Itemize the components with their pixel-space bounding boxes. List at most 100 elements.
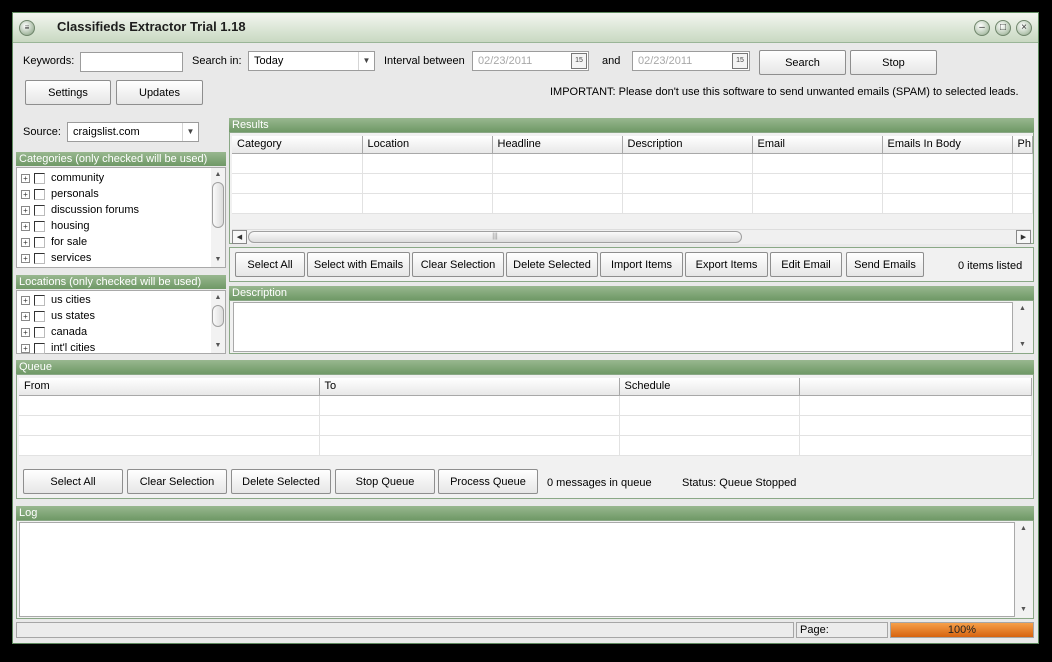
description-text[interactable] xyxy=(233,302,1013,352)
import-items-button[interactable]: Import Items xyxy=(600,252,683,277)
category-item[interactable]: + services xyxy=(21,250,91,266)
delete-selected-button[interactable]: Delete Selected xyxy=(506,252,598,277)
send-emails-button[interactable]: Send Emails xyxy=(846,252,924,277)
queue-delete-selected-button[interactable]: Delete Selected xyxy=(231,469,331,494)
category-item[interactable]: + housing xyxy=(21,218,90,234)
category-item[interactable]: + community xyxy=(21,170,104,186)
scroll-up-icon[interactable]: ▲ xyxy=(1016,522,1031,536)
scroll-up-icon[interactable]: ▲ xyxy=(1015,302,1030,316)
log-text[interactable] xyxy=(19,522,1015,617)
search-button[interactable]: Search xyxy=(759,50,846,75)
results-hscrollbar[interactable]: ◀ ||| ▶ xyxy=(232,229,1031,244)
column-header-location[interactable]: Location xyxy=(362,136,493,154)
column-header-category[interactable]: Category xyxy=(232,136,363,154)
category-item[interactable]: + personals xyxy=(21,186,99,202)
process-queue-button[interactable]: Process Queue xyxy=(438,469,538,494)
search-in-select[interactable]: Today ▼ xyxy=(248,51,375,71)
expand-icon[interactable]: + xyxy=(21,221,30,231)
column-header-to[interactable]: To xyxy=(319,378,620,396)
column-header-emails-in-body[interactable]: Emails In Body xyxy=(882,136,1013,154)
table-row[interactable] xyxy=(232,173,1033,194)
scroll-right-icon[interactable]: ▶ xyxy=(1016,230,1031,244)
column-header-schedule[interactable]: Schedule xyxy=(619,378,800,396)
expand-icon[interactable]: + xyxy=(21,205,30,215)
select-with-emails-button[interactable]: Select with Emails xyxy=(307,252,410,277)
edit-email-button[interactable]: Edit Email xyxy=(770,252,842,277)
source-select[interactable]: craigslist.com ▼ xyxy=(67,122,199,142)
location-checkbox[interactable] xyxy=(34,342,45,354)
category-checkbox[interactable] xyxy=(34,188,45,200)
scroll-thumb[interactable]: ||| xyxy=(248,231,742,243)
results-table[interactable]: Category Location Headline Description E… xyxy=(232,136,1033,214)
scroll-down-icon[interactable]: ▼ xyxy=(1015,338,1030,352)
close-icon[interactable]: × xyxy=(1016,20,1032,36)
category-checkbox[interactable] xyxy=(34,172,45,184)
table-row[interactable] xyxy=(232,193,1033,214)
scroll-down-icon[interactable]: ▼ xyxy=(1016,603,1031,617)
scroll-thumb[interactable] xyxy=(212,182,224,228)
app-menu-icon[interactable]: ≡ xyxy=(19,20,35,36)
expand-icon[interactable]: + xyxy=(21,189,30,199)
location-item[interactable]: + int'l cities xyxy=(21,340,95,356)
calendar-icon[interactable]: 15 xyxy=(571,53,587,69)
column-header-headline[interactable]: Headline xyxy=(492,136,623,154)
scroll-down-icon[interactable]: ▼ xyxy=(211,253,225,267)
expand-icon[interactable]: + xyxy=(21,311,30,321)
locations-scrollbar[interactable]: ▲ ▼ xyxy=(211,291,225,353)
description-scrollbar[interactable]: ▲ ▼ xyxy=(1015,302,1030,352)
settings-button[interactable]: Settings xyxy=(25,80,111,105)
expand-icon[interactable]: + xyxy=(21,237,30,247)
date-from-field[interactable]: 02/23/2011 15 xyxy=(472,51,589,71)
chevron-down-icon[interactable]: ▼ xyxy=(358,52,374,70)
table-row[interactable] xyxy=(19,395,1032,416)
location-item[interactable]: + us cities xyxy=(21,292,91,308)
log-scrollbar[interactable]: ▲ ▼ xyxy=(1016,522,1031,617)
title-bar[interactable]: ≡ Classifieds Extractor Trial 1.18 – □ × xyxy=(13,13,1038,43)
scroll-up-icon[interactable]: ▲ xyxy=(211,168,225,182)
updates-button[interactable]: Updates xyxy=(116,80,203,105)
category-item[interactable]: + discussion forums xyxy=(21,202,139,218)
expand-icon[interactable]: + xyxy=(21,173,30,183)
queue-table[interactable]: From To Schedule xyxy=(19,378,1032,456)
queue-clear-selection-button[interactable]: Clear Selection xyxy=(127,469,227,494)
column-header-email[interactable]: Email xyxy=(752,136,883,154)
calendar-icon[interactable]: 15 xyxy=(732,53,748,69)
minimize-icon[interactable]: – xyxy=(974,20,990,36)
expand-icon[interactable]: + xyxy=(21,253,30,263)
column-header-phone[interactable]: Ph xyxy=(1012,136,1033,154)
column-header-from[interactable]: From xyxy=(19,378,320,396)
category-checkbox[interactable] xyxy=(34,236,45,248)
expand-icon[interactable]: + xyxy=(21,295,30,305)
scroll-down-icon[interactable]: ▼ xyxy=(211,339,225,353)
scroll-thumb[interactable] xyxy=(212,305,224,327)
location-item[interactable]: + us states xyxy=(21,308,95,324)
date-to-field[interactable]: 02/23/2011 15 xyxy=(632,51,750,71)
table-row[interactable] xyxy=(19,435,1032,456)
stop-queue-button[interactable]: Stop Queue xyxy=(335,469,435,494)
category-checkbox[interactable] xyxy=(34,252,45,264)
maximize-icon[interactable]: □ xyxy=(995,20,1011,36)
table-row[interactable] xyxy=(232,153,1033,174)
export-items-button[interactable]: Export Items xyxy=(685,252,768,277)
category-checkbox[interactable] xyxy=(34,220,45,232)
location-checkbox[interactable] xyxy=(34,294,45,306)
expand-icon[interactable]: + xyxy=(21,343,30,353)
scroll-left-icon[interactable]: ◀ xyxy=(232,230,247,244)
categories-scrollbar[interactable]: ▲ ▼ xyxy=(211,168,225,267)
keywords-input[interactable] xyxy=(80,52,183,72)
column-header-extra[interactable] xyxy=(799,378,1032,396)
expand-icon[interactable]: + xyxy=(21,327,30,337)
chevron-down-icon[interactable]: ▼ xyxy=(182,123,198,141)
clear-selection-button[interactable]: Clear Selection xyxy=(412,252,504,277)
select-all-button[interactable]: Select All xyxy=(235,252,305,277)
category-item[interactable]: + for sale xyxy=(21,234,87,250)
stop-button[interactable]: Stop xyxy=(850,50,937,75)
table-row[interactable] xyxy=(19,415,1032,436)
location-item[interactable]: + canada xyxy=(21,324,87,340)
scroll-up-icon[interactable]: ▲ xyxy=(211,291,225,305)
column-header-description[interactable]: Description xyxy=(622,136,753,154)
queue-select-all-button[interactable]: Select All xyxy=(23,469,123,494)
category-checkbox[interactable] xyxy=(34,204,45,216)
location-checkbox[interactable] xyxy=(34,326,45,338)
location-checkbox[interactable] xyxy=(34,310,45,322)
